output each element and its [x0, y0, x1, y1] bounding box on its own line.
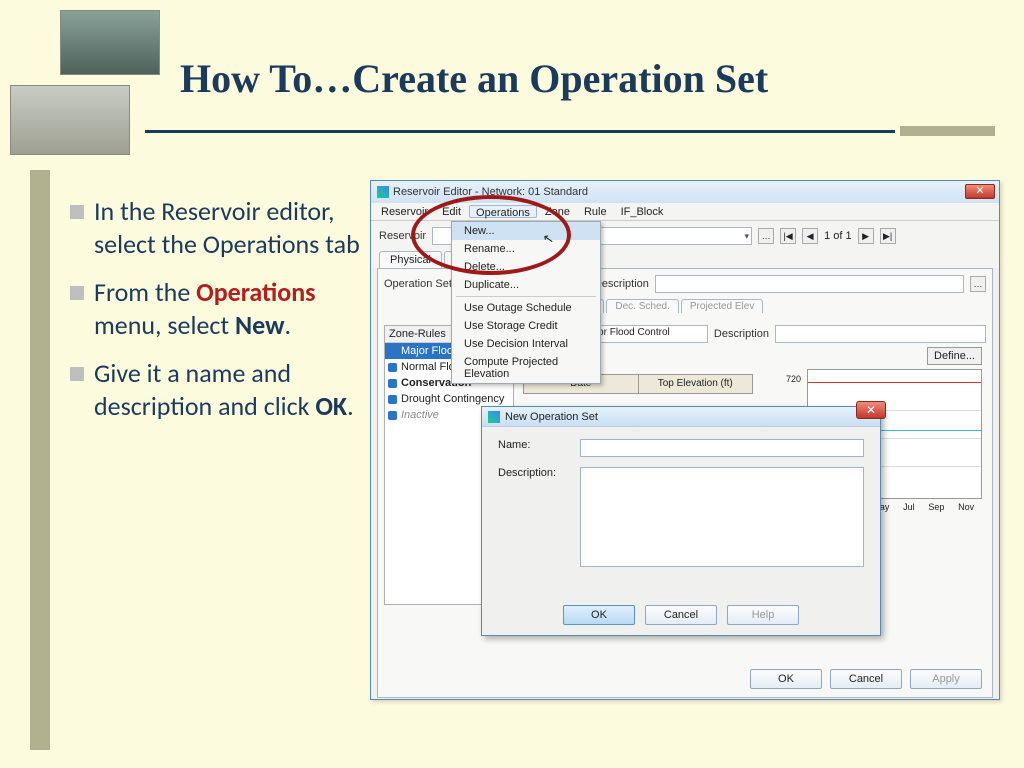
- nav-counter: 1 of 1: [824, 230, 852, 242]
- opset-desc-label: Description: [594, 278, 649, 290]
- title-underline: [145, 130, 895, 133]
- header-images: [40, 10, 160, 150]
- menubar: ReservoirEditOperationsZoneRuleIF_Block: [371, 203, 999, 221]
- new-operation-set-dialog: New Operation Set ✕ Name: Description: O…: [481, 406, 881, 636]
- menu-rule[interactable]: Rule: [578, 205, 613, 218]
- screenshot-region: Reservoir Editor - Network: 01 Standard …: [370, 180, 1000, 700]
- nav-prev-button[interactable]: ◀: [802, 228, 818, 244]
- subtab-3[interactable]: Projected Elev: [681, 299, 763, 313]
- dialog-cancel-button[interactable]: Cancel: [645, 605, 717, 625]
- chart-x-tick: Sep: [928, 502, 944, 512]
- dialog-close-button[interactable]: ✕: [856, 401, 886, 419]
- table-col-elev: Top Elevation (ft): [639, 375, 753, 393]
- dialog-desc-label: Description:: [498, 467, 568, 479]
- ops-menu-item-5[interactable]: Use Storage Credit: [452, 317, 600, 335]
- ops-menu-item-1[interactable]: Rename...: [452, 240, 600, 258]
- nav-first-button[interactable]: |◀: [780, 228, 796, 244]
- nav-next-button[interactable]: ▶: [858, 228, 874, 244]
- app-icon: [377, 186, 389, 198]
- menu-reservoir[interactable]: Reservoir: [375, 205, 434, 218]
- dam-photo-1: [60, 10, 160, 75]
- bullet-2: Give it a name and description and click…: [70, 357, 370, 422]
- dialog-app-icon: [488, 411, 500, 423]
- nav-last-button[interactable]: ▶|: [880, 228, 896, 244]
- title-underline-accent: [900, 126, 995, 136]
- panel-ok-button[interactable]: OK: [750, 669, 822, 689]
- left-accent-bar: [30, 170, 50, 750]
- dam-photo-2: [10, 85, 130, 155]
- zone-desc-field[interactable]: [775, 325, 986, 343]
- chart-x-tick: Nov: [958, 502, 974, 512]
- ops-menu-item-7[interactable]: Compute Projected Elevation: [452, 353, 600, 383]
- subtab-2[interactable]: Dec. Sched.: [606, 299, 678, 313]
- reservoir-label: Reservoir: [379, 230, 426, 242]
- dialog-title-text: New Operation Set: [505, 411, 598, 423]
- dialog-titlebar: New Operation Set: [482, 407, 880, 427]
- dialog-desc-textarea[interactable]: [580, 467, 864, 567]
- ops-menu-item-4[interactable]: Use Outage Schedule: [452, 299, 600, 317]
- menu-zone[interactable]: Zone: [539, 205, 576, 218]
- reservoir-browse-button[interactable]: …: [758, 228, 774, 244]
- opset-desc-expand[interactable]: …: [970, 276, 986, 292]
- panel-apply-button[interactable]: Apply: [910, 669, 982, 689]
- menu-edit[interactable]: Edit: [436, 205, 467, 218]
- dialog-name-label: Name:: [498, 439, 568, 451]
- dialog-ok-button[interactable]: OK: [563, 605, 635, 625]
- operations-menu: New...Rename...Delete...Duplicate... Use …: [451, 221, 601, 384]
- chart-x-tick: Jul: [903, 502, 915, 512]
- reservoir-editor-window: Reservoir Editor - Network: 01 Standard …: [370, 180, 1000, 700]
- tab-physical[interactable]: Physical: [379, 251, 442, 268]
- window-close-button[interactable]: ✕: [965, 184, 995, 199]
- bullet-0: In the Reservoir editor, select the Oper…: [70, 195, 370, 260]
- ops-menu-item-3[interactable]: Duplicate...: [452, 276, 600, 294]
- opset-desc-field[interactable]: [655, 275, 964, 293]
- zone-desc-label: Description: [714, 328, 769, 340]
- ops-menu-item-6[interactable]: Use Decision Interval: [452, 335, 600, 353]
- bullet-list: In the Reservoir editor, select the Oper…: [70, 195, 370, 438]
- ops-menu-item-2[interactable]: Delete...: [452, 258, 600, 276]
- dialog-name-input[interactable]: [580, 439, 864, 457]
- window-titlebar: Reservoir Editor - Network: 01 Standard: [371, 181, 999, 203]
- opset-label: Operation Set: [384, 278, 452, 290]
- chart-series-red: [808, 382, 981, 383]
- menu-operations[interactable]: Operations: [469, 205, 537, 218]
- ops-menu-item-0[interactable]: New...: [452, 222, 600, 240]
- chart-y-tick: 720: [786, 374, 801, 384]
- dialog-help-button[interactable]: Help: [727, 605, 799, 625]
- menu-if_block[interactable]: IF_Block: [615, 205, 670, 218]
- panel-cancel-button[interactable]: Cancel: [830, 669, 902, 689]
- bullet-1: From the Operations menu, select New.: [70, 276, 370, 341]
- define-button[interactable]: Define...: [927, 347, 982, 365]
- window-title-text: Reservoir Editor - Network: 01 Standard: [393, 186, 588, 198]
- slide-title: How To…Create an Operation Set: [180, 55, 768, 102]
- zone-item-3[interactable]: Drought Contingency: [385, 391, 513, 407]
